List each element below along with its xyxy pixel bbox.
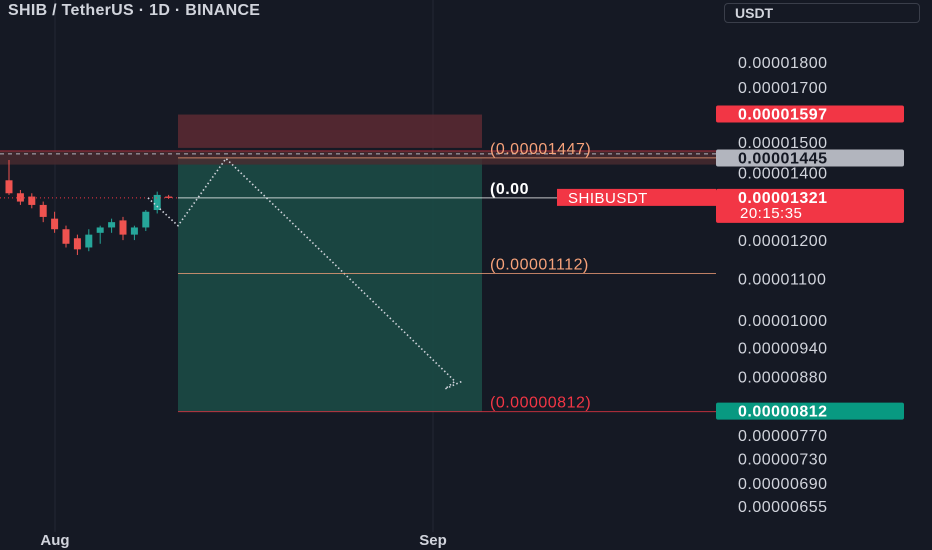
candle-body [119, 220, 127, 235]
candle-body [28, 196, 36, 205]
x-tick-label: Aug [40, 532, 69, 549]
candle-body [51, 218, 59, 230]
take-profit-zone [178, 158, 482, 412]
price-marker-text: 0.00001597 [738, 107, 828, 124]
stop-loss-zone [178, 114, 482, 148]
currency-selector[interactable]: USDT [724, 3, 920, 23]
candle-body [142, 211, 150, 228]
x-tick-label: Sep [419, 532, 447, 549]
y-tick-label: 0.00000770 [738, 428, 828, 445]
price-marker-text: 0.00001445 [738, 150, 828, 167]
candle-body [130, 227, 138, 235]
y-tick-label: 0.00000690 [738, 476, 828, 493]
candle-body [62, 229, 70, 244]
candles [0, 160, 178, 255]
price-chart[interactable]: (0.00001447) (0.00 (0.00001112) (0.00000812… [0, 0, 932, 550]
level-label: (0.00001447) [490, 141, 591, 158]
candle-body [39, 204, 47, 217]
y-tick-label: 0.00001200 [738, 233, 828, 250]
candle-body [85, 234, 93, 248]
y-tick-label: 0.00000880 [738, 369, 828, 386]
y-tick-label: 0.00001800 [738, 55, 828, 72]
symbol-title[interactable]: SHIB / TetherUS · 1D · BINANCE [8, 2, 260, 20]
symbol-tag-text: SHIBUSDT [568, 190, 648, 207]
candle-body [5, 180, 13, 194]
y-tick-label: 0.00000655 [738, 499, 828, 516]
price-marker-text: 0.00000812 [738, 404, 828, 421]
y-tick-label: 0.00001400 [738, 165, 828, 182]
candle-body [153, 194, 161, 211]
candle-body [96, 227, 104, 233]
candle-body [108, 222, 116, 228]
countdown-label: 20:15:35 [740, 205, 802, 222]
y-tick-label: 0.00001000 [738, 313, 828, 330]
level-label: (0.00001112) [490, 257, 589, 274]
level-label: (0.00000812) [490, 395, 591, 412]
time-axis[interactable]: Aug Sep [40, 532, 446, 549]
level-label: (0.00 [490, 181, 529, 198]
price-axis[interactable]: 0.000018000.000017000.000015000.00001400… [738, 55, 828, 516]
candle-body [73, 238, 81, 250]
y-tick-label: 0.00001700 [738, 80, 828, 97]
y-tick-label: 0.00001100 [738, 271, 826, 288]
y-tick-label: 0.00000730 [738, 451, 828, 468]
y-tick-label: 0.00000940 [738, 340, 828, 357]
